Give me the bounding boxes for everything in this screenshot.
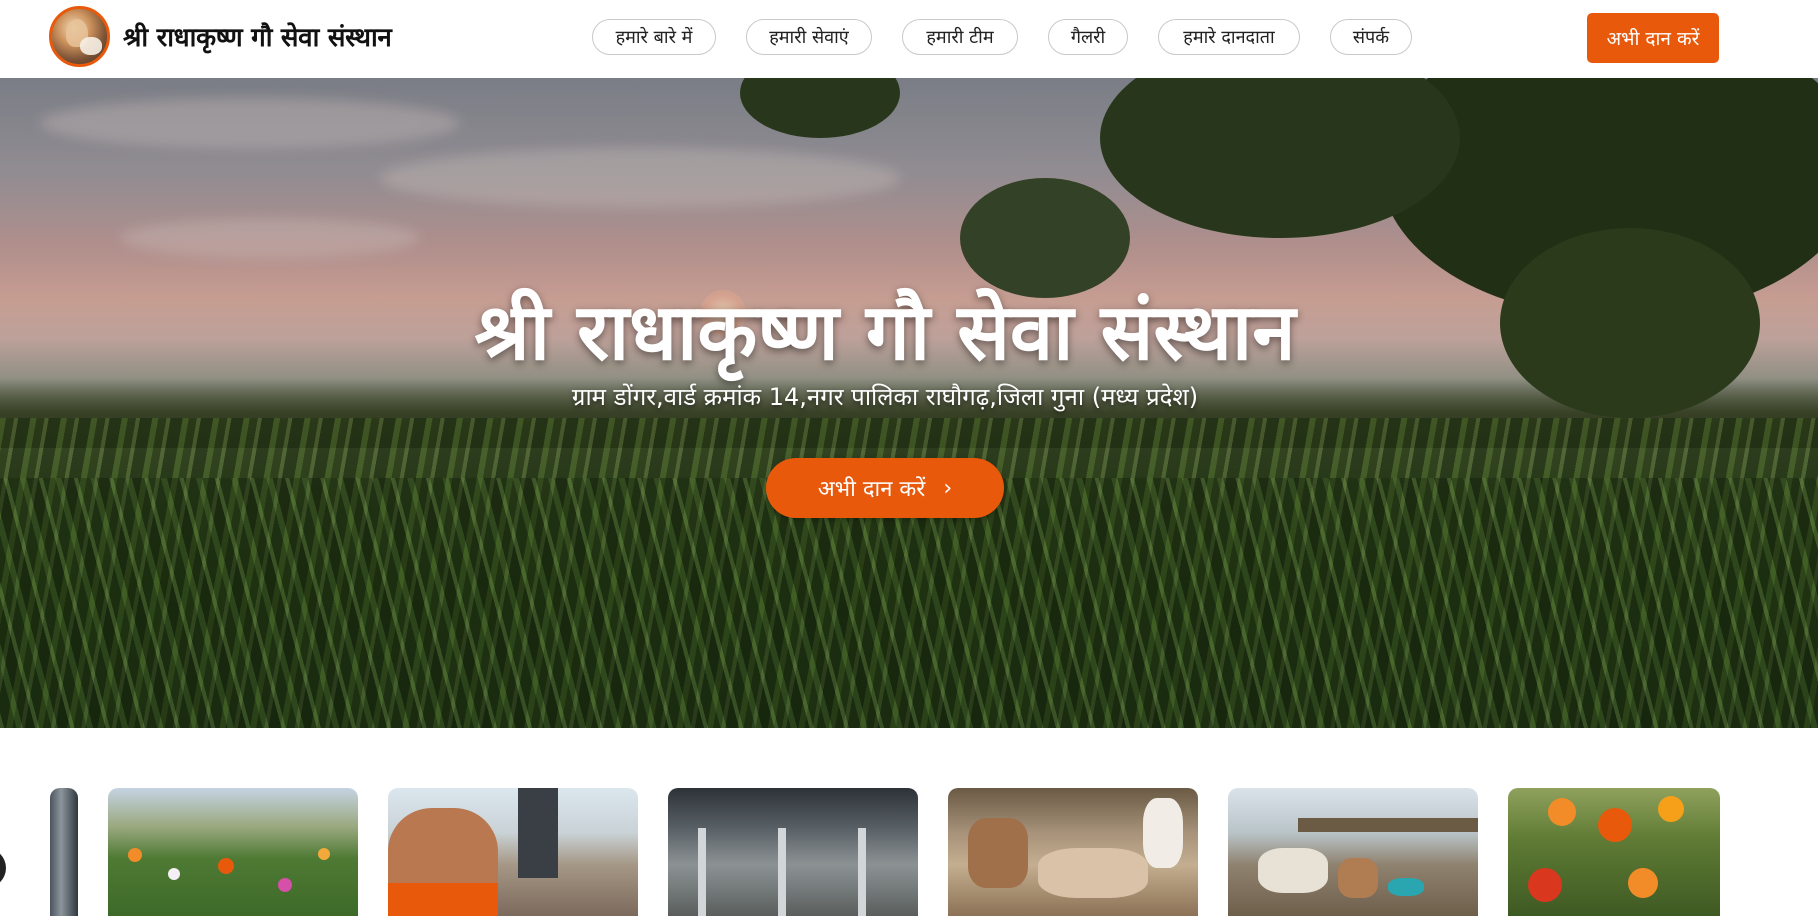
calf [1143,798,1183,868]
flower [218,858,234,874]
pillar [698,828,706,916]
scarf [388,883,498,916]
pillar [858,828,866,916]
gallery-image-marigolds[interactable] [1508,788,1720,916]
flower [1598,808,1632,842]
gallery-strip [0,728,1818,916]
rig [518,788,558,878]
nav-contact[interactable]: संपर्क [1330,19,1412,55]
flower [128,848,142,862]
site-header: श्री राधाकृष्ण गौ सेवा संस्थान हमारे बार… [0,0,1818,79]
nav-donors[interactable]: हमारे दानदाता [1158,19,1300,55]
flower [318,848,330,860]
hero-title: श्री राधाकृष्ण गौ सेवा संस्थान [474,288,1296,378]
hero-subtitle: ग्राम डोंगर,वार्ड क्रमांक 14,नगर पालिका … [571,383,1199,411]
donate-now-button[interactable]: अभी दान करें [1587,13,1719,63]
gallery-image-flower-garden[interactable] [108,788,358,916]
nav-services[interactable]: हमारी सेवाएं [746,19,872,55]
flower [278,878,292,892]
calf [1038,848,1148,898]
gallery-image-borewell-man[interactable] [388,788,638,916]
shelter-roof [1298,818,1478,832]
gallery-image-cows-shelter[interactable] [1228,788,1478,916]
hero-donate-button[interactable]: अभी दान करें › [766,458,1004,518]
flower [1628,868,1658,898]
logo-cow [80,37,102,55]
hero-banner: श्री राधाकृष्ण गौ सेवा संस्थान ग्राम डों… [0,78,1818,728]
flower [1548,798,1576,826]
flower [168,868,180,880]
nav-team[interactable]: हमारी टीम [902,19,1018,55]
nav-gallery[interactable]: गैलरी [1048,19,1128,55]
nav-about[interactable]: हमारे बारे में [592,19,716,55]
gallery-image-calves[interactable] [948,788,1198,916]
brand-name[interactable]: श्री राधाकृष्ण गौ सेवा संस्थान [123,18,392,54]
hero-donate-label: अभी दान करें [817,477,926,502]
gallery-image-shed-partial[interactable] [50,788,78,916]
flower [1528,868,1562,902]
cow [1258,848,1328,893]
chevron-right-icon: › [943,475,953,501]
logo-image[interactable] [49,6,110,67]
calf [968,818,1028,888]
tub [1388,878,1424,896]
gallery-image-cow-shed-interior[interactable] [668,788,918,916]
pillar [778,828,786,916]
flower [1658,796,1684,822]
cow [1338,858,1378,898]
